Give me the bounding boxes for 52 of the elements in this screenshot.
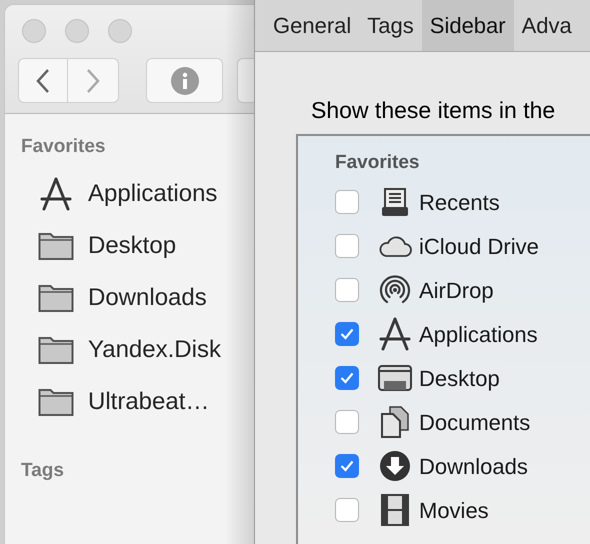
checkmark-icon: [340, 372, 354, 384]
checkmark-icon: [340, 328, 354, 340]
sidebar-item[interactable]: Applications: [21, 168, 251, 220]
desktop-icon: [378, 365, 412, 391]
sidebar-item[interactable]: Downloads: [21, 272, 251, 324]
folder-icon: [38, 283, 74, 313]
preference-tab[interactable]: Tags: [359, 0, 422, 51]
checkbox[interactable]: [335, 498, 359, 522]
close-button[interactable]: [22, 19, 46, 43]
folder-icon: [38, 335, 74, 365]
preference-tab[interactable]: Sidebar: [422, 0, 514, 51]
minimize-button[interactable]: [65, 19, 89, 43]
tray-icon: [381, 187, 409, 217]
checkbox[interactable]: [335, 278, 359, 302]
checkmark-icon: [340, 460, 354, 472]
film-icon: [381, 494, 409, 526]
folder-icon: [38, 387, 74, 417]
item-label: Documents: [419, 408, 530, 436]
forward-icon: [86, 68, 100, 94]
section-heading: Show these items in the: [311, 96, 556, 124]
sidebar-item[interactable]: Ultrabeat…: [21, 376, 251, 428]
checkbox[interactable]: [335, 322, 359, 346]
folder-icon: [38, 231, 74, 261]
sidebar-item[interactable]: Desktop: [21, 220, 251, 272]
back-button[interactable]: [18, 58, 68, 103]
info-icon: [170, 66, 198, 94]
sidebar-heading: Tags: [21, 460, 65, 482]
item-label: iCloud Drive: [419, 232, 539, 260]
sidebar-heading: Favorites: [21, 136, 106, 158]
item-label: Applications: [419, 320, 538, 349]
item-label: Downloads: [419, 452, 528, 480]
back-icon: [36, 68, 50, 94]
item-label: Movies: [419, 496, 489, 524]
item-label: Recents: [419, 188, 500, 216]
item-label: AirDrop: [419, 276, 494, 305]
documents-icon: [380, 406, 410, 438]
checkbox[interactable]: [335, 454, 359, 478]
download-icon: [379, 450, 411, 482]
checkbox[interactable]: [335, 190, 359, 214]
item-label: Desktop: [419, 364, 500, 393]
preference-tab[interactable]: Adva: [514, 0, 580, 51]
info-button[interactable]: [146, 58, 223, 103]
sidebar-item[interactable]: Yandex.Disk: [21, 324, 251, 376]
checkbox[interactable]: [335, 366, 359, 390]
checkbox[interactable]: [335, 410, 359, 434]
checkbox[interactable]: [335, 234, 359, 258]
preference-tab[interactable]: General: [265, 0, 360, 51]
airdrop-icon: [379, 274, 411, 306]
zoom-button[interactable]: [108, 19, 132, 43]
toolbar-button[interactable]: [237, 58, 254, 103]
list-heading: Favorites: [335, 152, 420, 174]
cloud-icon: [378, 234, 412, 258]
